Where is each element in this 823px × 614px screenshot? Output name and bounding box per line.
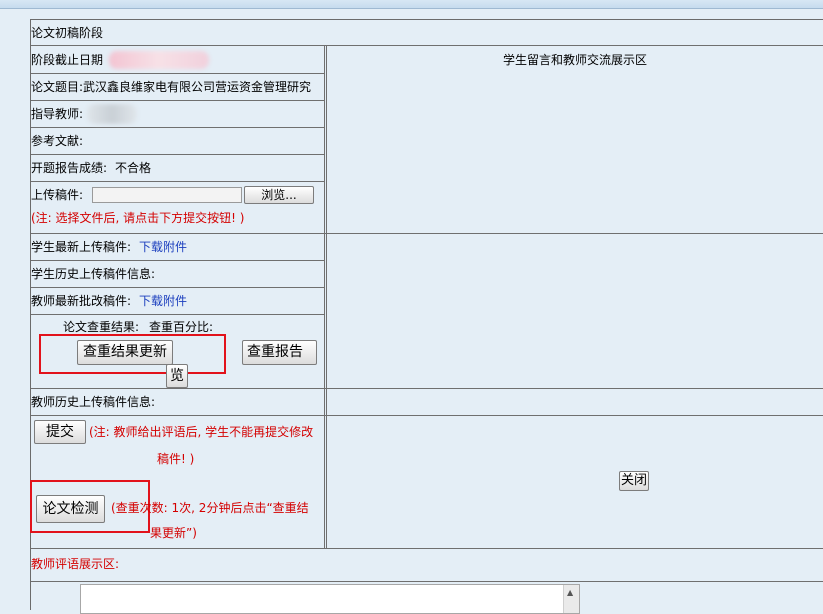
student-latest-download-link[interactable]: 下载附件 bbox=[139, 240, 187, 254]
submit-button[interactable]: 提交 bbox=[34, 420, 86, 444]
upload-note: (注: 选择文件后, 请点击下方提交按钮! ) bbox=[31, 211, 245, 225]
detect-note-line1: (查重次数: 1次, 2分钟后点击“查重结 bbox=[111, 501, 309, 515]
divider bbox=[31, 127, 324, 128]
divider bbox=[31, 181, 324, 182]
check-percent-label: 查重百分比: bbox=[149, 320, 214, 334]
thesis-stage-form: 论文初稿阶段 阶段截止日期 学生留言和教师交流展示区 论文题目:武汉鑫良维家电有… bbox=[30, 19, 823, 614]
teacher-latest-row: 教师最新批改稿件: 下载附件 bbox=[31, 293, 187, 309]
redacted-deadline bbox=[109, 51, 209, 69]
divider bbox=[31, 154, 324, 155]
submit-note-line2: 稿件! ) bbox=[157, 452, 195, 466]
thesis-title-label: 论文题目: bbox=[31, 80, 84, 94]
upload-label: 上传稿件: bbox=[31, 188, 84, 202]
column-divider bbox=[326, 45, 327, 548]
browse-button[interactable]: 浏览... bbox=[244, 186, 314, 204]
redacted-advisor bbox=[87, 104, 137, 124]
scroll-up-arrow-icon[interactable]: ▲ bbox=[567, 588, 573, 597]
student-history-label: 学生历史上传稿件信息: bbox=[31, 267, 156, 281]
check-result-label: 论文查重结果: bbox=[63, 320, 140, 334]
divider bbox=[31, 581, 823, 582]
divider bbox=[31, 233, 823, 234]
detect-note-line2: 果更新”) bbox=[150, 526, 197, 540]
thesis-title-value: 武汉鑫良维家电有限公司营运资金管理研究 bbox=[83, 80, 312, 94]
update-check-result-button[interactable]: 查重结果更新 bbox=[77, 340, 173, 365]
student-latest-label: 学生最新上传稿件: bbox=[31, 240, 132, 254]
student-latest-row: 学生最新上传稿件: 下载附件 bbox=[31, 239, 187, 255]
teacher-comment-textarea[interactable]: ▲ bbox=[80, 584, 580, 614]
divider bbox=[31, 415, 823, 416]
divider bbox=[31, 100, 324, 101]
paper-detection-button[interactable]: 论文检测 bbox=[36, 495, 105, 523]
preview-report-button-wrap[interactable]: 览 bbox=[166, 364, 188, 388]
divider bbox=[31, 45, 823, 46]
teacher-comment-area-label: 教师评语展示区: bbox=[31, 557, 120, 571]
teacher-latest-label: 教师最新批改稿件: bbox=[31, 294, 132, 308]
deadline-label: 阶段截止日期 bbox=[31, 53, 104, 67]
divider bbox=[31, 73, 324, 74]
close-button[interactable]: 关闭 bbox=[619, 471, 649, 491]
exchange-area-title: 学生留言和教师交流展示区 bbox=[502, 53, 647, 67]
check-result-row: 论文查重结果: 查重百分比: bbox=[63, 319, 213, 335]
teacher-history-label: 教师历史上传稿件信息: bbox=[31, 395, 156, 409]
divider bbox=[31, 388, 823, 389]
divider bbox=[31, 260, 324, 261]
advisor-label: 指导教师: bbox=[31, 107, 84, 121]
top-bar bbox=[0, 0, 823, 9]
column-divider bbox=[324, 45, 325, 548]
references-label: 参考文献: bbox=[31, 134, 84, 148]
submit-note-line1: (注: 教师给出评语后, 学生不能再提交修改 bbox=[89, 425, 314, 439]
divider bbox=[31, 287, 324, 288]
thesis-title: 论文题目:武汉鑫良维家电有限公司营运资金管理研究 bbox=[31, 79, 311, 95]
file-path-input[interactable] bbox=[92, 187, 242, 203]
proposal-score-value: 不合格 bbox=[115, 161, 152, 175]
preview-report-button[interactable]: 查重报告预 bbox=[242, 340, 317, 365]
divider bbox=[31, 548, 823, 549]
teacher-latest-download-link[interactable]: 下载附件 bbox=[139, 294, 187, 308]
proposal-score: 开题报告成绩: 不合格 bbox=[31, 160, 151, 176]
proposal-score-label: 开题报告成绩: bbox=[31, 161, 108, 175]
divider bbox=[31, 314, 324, 315]
section-title: 论文初稿阶段 bbox=[31, 26, 104, 40]
